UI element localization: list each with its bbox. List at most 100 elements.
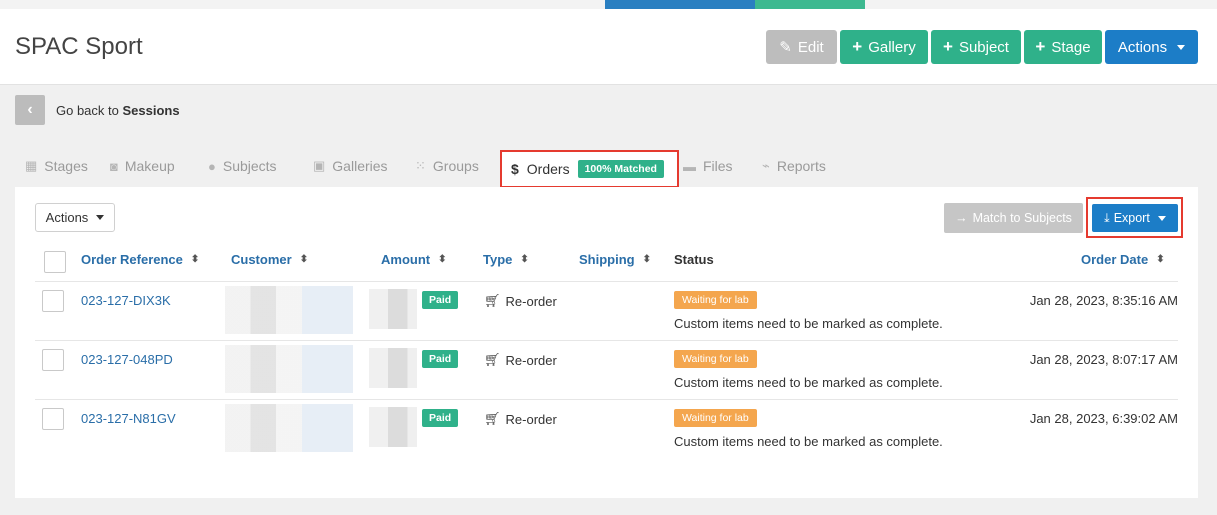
match-to-subjects-button[interactable]: → Match to Subjects xyxy=(944,203,1083,233)
camera-icon: ◙ xyxy=(110,158,118,174)
sort-icon: ⬍ xyxy=(299,253,309,265)
folder-icon: ▬ xyxy=(683,158,696,174)
plus-icon: + xyxy=(943,37,953,56)
page-header: SPAC Sport ✎ Edit + Gallery + Subject + … xyxy=(0,9,1217,85)
tab-groups[interactable]: ⁙ Groups xyxy=(415,158,479,174)
tab-files[interactable]: ▬ Files xyxy=(683,158,733,174)
paid-badge: Paid xyxy=(422,409,459,427)
export-highlight: ⤓ Export xyxy=(1086,197,1183,238)
cart-icon: 🛒︎ xyxy=(484,293,501,308)
bulk-actions-dropdown[interactable]: Actions xyxy=(35,203,115,232)
export-button[interactable]: ⤓ Export xyxy=(1092,204,1178,232)
amount-redacted xyxy=(369,348,417,388)
chevron-down-icon xyxy=(96,215,105,220)
customer-redacted xyxy=(225,286,353,334)
order-reference-link[interactable]: 023-127-DIX3K xyxy=(81,293,171,308)
column-label: Order Date xyxy=(1081,252,1149,267)
status-note: Custom items need to be marked as comple… xyxy=(674,434,943,449)
column-shipping[interactable]: Shipping ⬍ xyxy=(579,252,651,267)
order-reference-link[interactable]: 023-127-048PD xyxy=(81,352,173,367)
tab-stages[interactable]: ▦ Stages xyxy=(25,158,88,174)
column-type[interactable]: Type ⬍ xyxy=(483,252,529,267)
tab-label: Subjects xyxy=(222,158,277,174)
tab-galleries[interactable]: ▣ Galleries xyxy=(313,158,388,174)
bulk-actions-label: Actions xyxy=(45,210,89,225)
add-subject-label: Subject xyxy=(958,38,1009,56)
customer-redacted xyxy=(225,345,353,393)
table-row[interactable]: 023-127-048PD Paid 🛒︎ Re-order Waiting f… xyxy=(35,340,1178,399)
row-checkbox[interactable] xyxy=(42,290,64,312)
chevron-down-icon xyxy=(1157,215,1166,221)
back-target: Sessions xyxy=(122,102,180,118)
status-badge: Waiting for lab xyxy=(674,291,757,309)
cart-icon: 🛒︎ xyxy=(484,352,501,367)
top-strip-blue xyxy=(605,0,755,9)
back-prefix: Go back to xyxy=(56,102,123,118)
status-note: Custom items need to be marked as comple… xyxy=(674,375,943,390)
row-checkbox[interactable] xyxy=(42,408,64,430)
amount-redacted xyxy=(369,407,417,447)
order-date: Jan 28, 2023, 8:07:17 AM xyxy=(1029,352,1178,367)
add-gallery-label: Gallery xyxy=(868,38,916,56)
column-label: Shipping xyxy=(579,252,635,267)
page-title: SPAC Sport xyxy=(15,33,143,60)
order-reference-link[interactable]: 023-127-N81GV xyxy=(81,411,176,426)
tab-makeup[interactable]: ◙ Makeup xyxy=(110,158,175,174)
tab-label: Orders xyxy=(526,161,570,177)
user-icon: ● xyxy=(208,158,216,174)
tab-label: Stages xyxy=(44,158,88,174)
back-to-sessions[interactable]: ‹ Go back to Sessions xyxy=(15,95,180,125)
add-stage-button[interactable]: + Stage xyxy=(1024,30,1102,64)
edit-button-label: Edit xyxy=(797,38,824,56)
status-badge: Waiting for lab xyxy=(674,409,757,427)
column-label: Status xyxy=(674,252,714,267)
column-amount[interactable]: Amount ⬍ xyxy=(381,252,447,267)
tab-orders[interactable]: $ Orders 100% Matched xyxy=(500,150,679,188)
customer-redacted xyxy=(225,404,353,452)
column-order-reference[interactable]: Order Reference ⬍ xyxy=(81,252,199,267)
top-strip-green xyxy=(755,0,865,9)
plus-icon: + xyxy=(1035,37,1046,56)
session-tabs: ▦ Stages ◙ Makeup ● Subjects ▣ Galleries… xyxy=(15,150,1205,188)
select-all-checkbox[interactable] xyxy=(44,251,66,273)
order-type: 🛒︎ Re-order xyxy=(484,352,557,368)
column-status: Status xyxy=(674,252,714,267)
header-actions-dropdown[interactable]: Actions xyxy=(1105,30,1198,64)
column-order-date[interactable]: Order Date ⬍ xyxy=(1081,252,1165,267)
chart-icon: ⌁ xyxy=(762,158,770,173)
tab-label: Groups xyxy=(432,158,479,174)
tab-subjects[interactable]: ● Subjects xyxy=(208,158,277,174)
edit-icon: ✎ xyxy=(779,39,792,56)
header-actions-label: Actions xyxy=(1117,38,1168,56)
download-icon: ⤓ xyxy=(1104,210,1110,225)
paid-badge: Paid xyxy=(422,350,459,368)
tab-label: Galleries xyxy=(332,158,388,174)
column-label: Type xyxy=(483,252,513,267)
chevron-left-icon[interactable]: ‹ xyxy=(15,95,45,125)
cart-icon: 🛒︎ xyxy=(484,411,501,426)
chevron-down-icon xyxy=(1177,44,1186,50)
table-row[interactable]: 023-127-DIX3K Paid 🛒︎ Re-order Waiting f… xyxy=(35,281,1178,340)
add-subject-button[interactable]: + Subject xyxy=(931,30,1021,64)
grid-icon: ⁙ xyxy=(415,158,426,173)
status-badge: Waiting for lab xyxy=(674,350,757,368)
order-type: 🛒︎ Re-order xyxy=(484,411,557,427)
order-date: Jan 28, 2023, 8:35:16 AM xyxy=(1029,293,1178,308)
column-customer[interactable]: Customer ⬍ xyxy=(231,252,308,267)
table-row[interactable]: 023-127-N81GV Paid 🛒︎ Re-order Waiting f… xyxy=(35,399,1178,458)
order-date: Jan 28, 2023, 6:39:02 AM xyxy=(1029,411,1178,426)
column-label: Amount xyxy=(381,252,431,267)
add-gallery-button[interactable]: + Gallery xyxy=(840,30,928,64)
row-checkbox[interactable] xyxy=(42,349,64,371)
dollar-icon: $ xyxy=(511,161,519,177)
tab-label: Files xyxy=(703,158,733,174)
matched-badge: 100% Matched xyxy=(577,160,664,178)
sort-icon: ⬍ xyxy=(1156,253,1165,265)
tab-reports[interactable]: ⌁ Reports xyxy=(762,158,826,174)
image-icon: ▣ xyxy=(313,158,326,173)
type-label: Re-order xyxy=(505,293,557,309)
type-label: Re-order xyxy=(505,352,557,368)
sort-icon: ⬍ xyxy=(438,253,447,265)
edit-button[interactable]: ✎ Edit xyxy=(766,30,837,64)
plus-icon: + xyxy=(852,37,863,56)
